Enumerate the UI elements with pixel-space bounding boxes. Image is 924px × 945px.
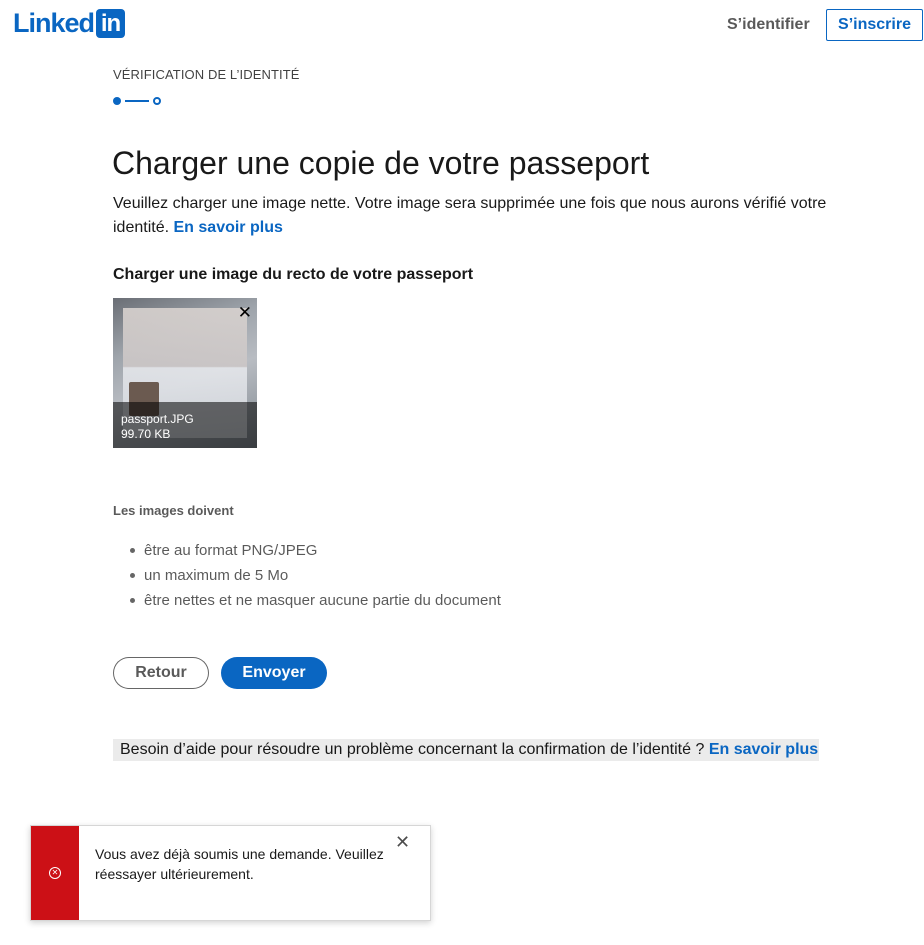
help-learn-more-link[interactable]: En savoir plus xyxy=(709,741,818,758)
intro-text: Veuillez charger une image nette. Votre … xyxy=(113,192,833,240)
requirement-item: un maximum de 5 Mo xyxy=(130,563,501,588)
error-icon: ✕ xyxy=(49,867,61,879)
back-button[interactable]: Retour xyxy=(113,657,209,689)
requirements-title: Les images doivent xyxy=(113,503,234,518)
toast-message: Vous avez déjà soumis une demande. Veuil… xyxy=(95,846,384,882)
help-text: Besoin d’aide pour résoudre un problème … xyxy=(120,741,705,758)
logo-in-box: in xyxy=(96,8,126,38)
toast-close-icon[interactable]: ✕ xyxy=(395,832,410,853)
step-2-indicator xyxy=(153,97,161,105)
progress-stepper xyxy=(113,96,163,106)
requirement-item: être nettes et ne masquer aucune partie … xyxy=(130,588,501,613)
linkedin-logo[interactable]: Linked in xyxy=(13,8,126,38)
step-title: VÉRIFICATION DE L’IDENTITÉ xyxy=(113,67,300,82)
uploaded-image-thumbnail: ✕ passport.JPG 99.70 KB xyxy=(113,298,257,448)
logo-wordmark: Linked xyxy=(13,8,95,38)
join-button[interactable]: S’inscrire xyxy=(826,9,923,41)
toast-error-stripe: ✕ xyxy=(31,826,79,920)
upload-label: Charger une image du recto de votre pass… xyxy=(113,266,474,283)
help-banner: Besoin d’aide pour résoudre un problème … xyxy=(113,739,819,761)
learn-more-link[interactable]: En savoir plus xyxy=(174,219,283,236)
step-connector xyxy=(125,100,149,102)
file-caption: passport.JPG 99.70 KB xyxy=(113,402,257,448)
file-size: 99.70 KB xyxy=(121,427,171,441)
remove-image-icon[interactable]: ✕ xyxy=(238,304,252,321)
page-title: Charger une copie de votre passeport xyxy=(112,145,650,181)
requirement-item: être au format PNG/JPEG xyxy=(130,538,501,563)
file-name: passport.JPG xyxy=(121,412,194,426)
step-1-indicator xyxy=(113,97,121,105)
signin-link[interactable]: S’identifier xyxy=(727,16,810,34)
send-button[interactable]: Envoyer xyxy=(221,657,327,689)
requirements-list: être au format PNG/JPEG un maximum de 5 … xyxy=(130,538,501,613)
error-toast: ✕ Vous avez déjà soumis une demande. Veu… xyxy=(30,825,431,921)
